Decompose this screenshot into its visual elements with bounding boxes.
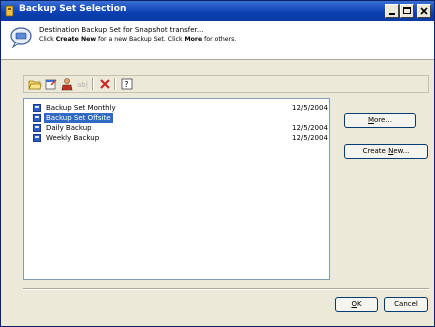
- toolbar: ab| ?: [23, 75, 429, 93]
- more-label-post: ore...: [374, 116, 393, 124]
- hint-more: More: [184, 36, 203, 43]
- rename-icon[interactable]: ab|: [76, 77, 90, 91]
- backup-set-icon: [33, 104, 41, 112]
- backup-set-name: Backup Set Monthly: [46, 104, 116, 112]
- backup-set-icon: [33, 114, 41, 122]
- help-icon[interactable]: ?: [120, 77, 134, 91]
- backup-set-name: Daily Backup: [46, 124, 92, 132]
- create-new-label-pre: Create: [362, 147, 389, 155]
- backup-set-name: Weekly Backup: [46, 134, 100, 142]
- open-folder-icon[interactable]: [28, 77, 42, 91]
- create-new-label-post: ew...: [393, 147, 410, 155]
- snapshot-transfer-icon: [10, 27, 32, 48]
- hint-part: for others.: [202, 36, 237, 43]
- app-icon: [5, 5, 14, 17]
- delete-icon[interactable]: [98, 77, 112, 91]
- backup-set-icon: [33, 124, 41, 132]
- hint-create-new: Create New: [55, 36, 97, 43]
- backup-set-name: Backup Set Offsite: [43, 112, 114, 124]
- instruction-header: Destination Backup Set for Snapshot tran…: [1, 21, 434, 60]
- maximize-button[interactable]: [400, 4, 414, 18]
- backup-set-icon: [33, 134, 41, 142]
- create-new-button[interactable]: Create New...: [344, 144, 428, 159]
- toolbar-separator: [114, 78, 116, 90]
- backup-set-date: 12/5/2004: [292, 104, 328, 112]
- delete-user-icon[interactable]: [60, 77, 74, 91]
- svg-text:?: ?: [124, 80, 128, 89]
- close-button[interactable]: [417, 4, 431, 18]
- header-hint: Click Create New for a new Backup Set. C…: [39, 36, 236, 43]
- title-bar[interactable]: Backup Set Selection: [1, 1, 434, 21]
- minimize-icon: [389, 13, 395, 15]
- backup-set-date: 12/5/2004: [292, 134, 328, 142]
- backup-set-date: 12/5/2004: [292, 124, 328, 132]
- maximize-icon: [403, 7, 411, 14]
- backup-set-selection-window: Backup Set Selection Destination Backup …: [0, 0, 435, 327]
- close-icon: [420, 7, 428, 15]
- properties-icon[interactable]: [44, 77, 58, 91]
- more-button[interactable]: More...: [344, 113, 416, 128]
- cancel-button[interactable]: Cancel: [384, 297, 428, 312]
- header-instruction: Destination Backup Set for Snapshot tran…: [39, 26, 204, 34]
- ok-button[interactable]: OK: [335, 297, 378, 312]
- svg-text:ab|: ab|: [77, 81, 88, 89]
- hint-part: Click: [39, 36, 56, 43]
- backup-set-list[interactable]: Backup Set Monthly 12/5/2004 Backup Set …: [23, 98, 330, 280]
- window-title: Backup Set Selection: [19, 4, 127, 14]
- ok-label-post: K: [356, 300, 362, 308]
- toolbar-separator: [92, 78, 94, 90]
- minimize-button[interactable]: [385, 4, 399, 18]
- hint-part: for a new Backup Set. Click: [96, 36, 185, 43]
- footer-divider: [23, 288, 429, 290]
